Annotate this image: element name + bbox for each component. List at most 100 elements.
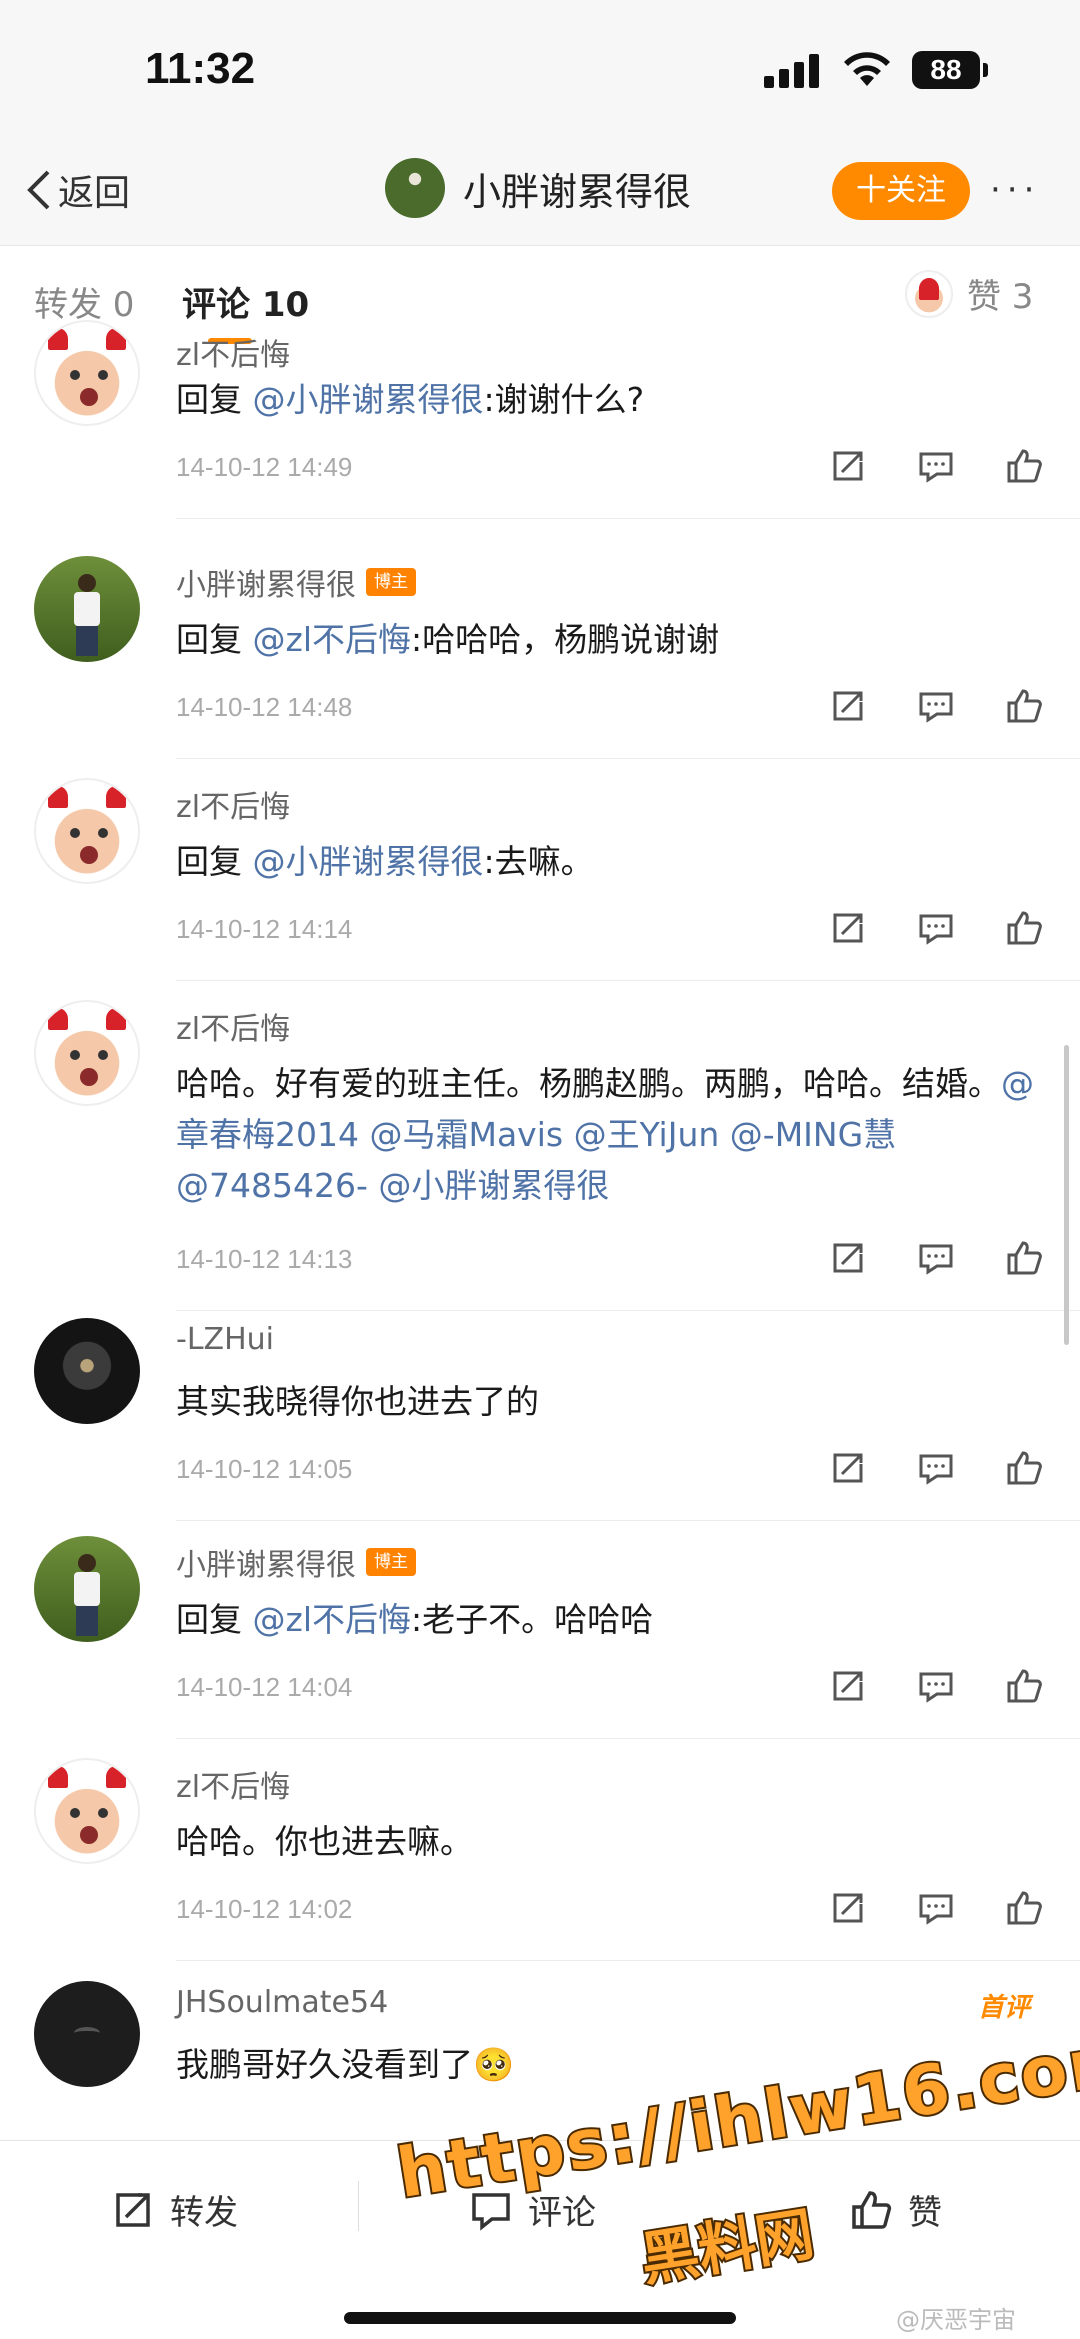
like-label: 赞	[908, 2193, 942, 2233]
comment-author[interactable]: zl不后悔	[176, 782, 290, 826]
comment-text: 其实我晓得你也进去了的	[176, 1376, 1036, 1427]
avatar[interactable]	[34, 1536, 140, 1642]
reply-icon[interactable]	[918, 448, 954, 484]
mention-link[interactable]: @-MING慧	[730, 1115, 896, 1154]
mention-link[interactable]: @zl不后悔	[253, 1600, 412, 1639]
thumbs-up-icon[interactable]	[1006, 448, 1042, 484]
comment-author[interactable]: 小胖谢累得很 博主	[176, 1540, 416, 1584]
mention-link[interactable]: @7485426-	[176, 1166, 368, 1205]
repost-icon[interactable]	[830, 1890, 866, 1926]
reply-icon[interactable]	[918, 1450, 954, 1486]
comment-author[interactable]: zl不后悔	[176, 1004, 290, 1048]
mention-link[interactable]: @小胖谢累得很	[378, 1166, 609, 1205]
mention-link[interactable]: @小胖谢累得很	[253, 842, 484, 881]
back-button[interactable]: 返回	[24, 164, 130, 216]
author-name[interactable]: -LZHui	[176, 1322, 274, 1357]
comment-text-segment: 回复	[176, 842, 253, 881]
battery-icon: 88	[912, 51, 988, 89]
comment-author[interactable]: 小胖谢累得很 博主	[176, 560, 416, 604]
comment-author[interactable]: JHSoulmate54	[176, 1985, 388, 2020]
repost-icon[interactable]	[830, 1668, 866, 1704]
author-name[interactable]: JHSoulmate54	[176, 1985, 388, 2020]
comment-timestamp: 14-10-12 14:14	[176, 914, 353, 944]
thumbs-up-icon[interactable]	[1006, 1668, 1042, 1704]
avatar[interactable]	[34, 1981, 140, 2087]
like-button[interactable]: 赞	[850, 2185, 942, 2234]
author-name[interactable]: 小胖谢累得很	[176, 1540, 356, 1584]
tab-comments[interactable]: 评论 10	[182, 277, 309, 326]
reply-icon[interactable]	[918, 688, 954, 724]
tab-bar: 转发 0 评论 10 赞 3	[0, 247, 1080, 357]
comment-author[interactable]: -LZHui	[176, 1322, 274, 1357]
more-icon[interactable]: ···	[990, 170, 1040, 210]
repost-button[interactable]: 转发	[112, 2185, 238, 2234]
profile-header[interactable]: 小胖谢累得很	[385, 158, 691, 218]
repost-icon[interactable]	[830, 1450, 866, 1486]
comment-text-segment	[563, 1115, 574, 1154]
divider	[176, 980, 1080, 981]
avatar[interactable]	[34, 778, 140, 884]
thumbs-up-icon[interactable]	[1006, 688, 1042, 724]
thumbs-up-icon[interactable]	[1006, 1450, 1042, 1486]
thumbs-up-icon[interactable]	[1006, 1890, 1042, 1926]
comment-text: 回复 @小胖谢累得很:谢谢什么?	[176, 374, 1036, 425]
avatar[interactable]	[34, 320, 140, 426]
avatar[interactable]	[385, 158, 445, 218]
author-name[interactable]: zl不后悔	[176, 1004, 290, 1048]
comment-text-segment: 🥺	[473, 2045, 515, 2084]
comment-actions	[830, 448, 1042, 484]
thumbs-up-icon[interactable]	[1006, 1240, 1042, 1276]
comment-text-segment: 哈哈。好有爱的班主任。杨鹏赵鹏。两鹏，哈哈。结婚。	[176, 1064, 1001, 1103]
divider	[176, 758, 1080, 759]
comment-actions	[830, 688, 1042, 724]
reply-icon[interactable]	[918, 1890, 954, 1926]
repost-icon[interactable]	[830, 688, 866, 724]
status-time: 11:32	[145, 44, 256, 93]
comment-text-segment: 我鹏哥好久没看到了	[176, 2045, 473, 2084]
repost-icon[interactable]	[830, 448, 866, 484]
reply-icon[interactable]	[918, 1668, 954, 1704]
avatar	[905, 269, 953, 318]
tab-repost[interactable]: 转发 0	[34, 277, 134, 326]
page-title: 小胖谢累得很	[463, 169, 692, 214]
author-name[interactable]: 小胖谢累得很	[176, 560, 356, 604]
follow-button[interactable]: 十关注	[832, 162, 970, 220]
comment-timestamp: 14-10-12 14:04	[176, 1672, 353, 1702]
comment-text-segment: :老子不。哈哈哈	[411, 1600, 654, 1639]
comment-actions	[830, 910, 1042, 946]
comment-actions	[830, 1668, 1042, 1704]
first-comment-badge: 首评	[978, 1993, 1031, 2023]
mention-link[interactable]: @zl不后悔	[253, 620, 412, 659]
scrollbar[interactable]	[1064, 1045, 1069, 1345]
avatar[interactable]	[34, 1000, 140, 1106]
divider	[176, 1520, 1080, 1521]
repost-icon[interactable]	[830, 1240, 866, 1276]
author-badge: 博主	[366, 568, 416, 596]
comment-text-segment: 回复	[176, 620, 253, 659]
avatar[interactable]	[34, 556, 140, 662]
reply-icon[interactable]	[918, 1240, 954, 1276]
mention-link[interactable]: @小胖谢累得很	[253, 380, 484, 419]
repost-icon	[116, 2192, 150, 2227]
author-name[interactable]: zl不后悔	[176, 782, 290, 826]
repost-icon[interactable]	[830, 910, 866, 946]
tab-likes[interactable]: 赞 3	[905, 269, 1033, 318]
thumbs-up-icon[interactable]	[1006, 910, 1042, 946]
mention-link[interactable]: @马霜Mavis	[369, 1115, 563, 1154]
comment-actions	[830, 1450, 1042, 1486]
comment-timestamp: 14-10-12 14:05	[176, 1454, 353, 1484]
home-indicator[interactable]	[344, 2312, 736, 2324]
avatar[interactable]	[34, 1758, 140, 1864]
comment-author[interactable]: zl不后悔	[176, 1762, 290, 1806]
comment-text-segment: 回复	[176, 380, 253, 419]
comment-text-segment: 回复	[176, 1600, 253, 1639]
reply-icon[interactable]	[918, 910, 954, 946]
comment-timestamp: 14-10-12 14:13	[176, 1244, 353, 1274]
comment-text-segment: 哈哈。你也进去嘛。	[176, 1822, 473, 1861]
author-name[interactable]: zl不后悔	[176, 330, 290, 374]
avatar[interactable]	[34, 1318, 140, 1424]
comment-text: 哈哈。你也进去嘛。	[176, 1816, 1036, 1867]
mention-link[interactable]: @王YiJun	[574, 1115, 720, 1154]
comment-author[interactable]: zl不后悔	[176, 330, 290, 374]
author-name[interactable]: zl不后悔	[176, 1762, 290, 1806]
